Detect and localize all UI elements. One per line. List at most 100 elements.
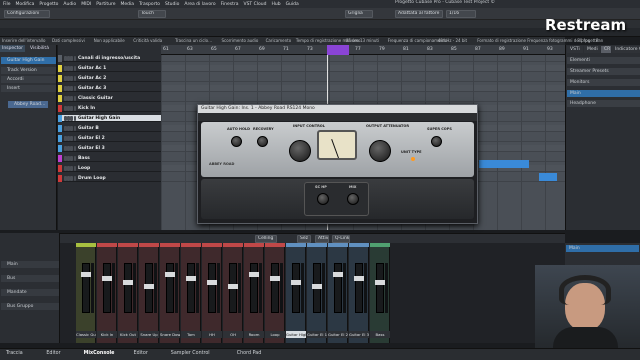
- snap-type-select[interactable]: Griglia: [345, 10, 373, 18]
- bottom-tab-4[interactable]: Sampler Control: [171, 351, 210, 356]
- mixer-channel-name[interactable]: Bass: [370, 331, 390, 338]
- loop-range-marker[interactable]: [327, 45, 349, 55]
- track-monitor-button[interactable]: [73, 116, 77, 121]
- tab-vsti[interactable]: VSTi: [567, 46, 583, 53]
- mixer-channel-name[interactable]: Guitar El 1: [307, 331, 327, 338]
- mixer-channel-name[interactable]: Loop: [265, 331, 285, 338]
- tab-inspector[interactable]: Inspector: [0, 45, 25, 52]
- bottom-tab-3[interactable]: Editor: [134, 351, 148, 356]
- menu-item-1[interactable]: Modifica: [16, 2, 35, 7]
- track-solo-button[interactable]: [67, 156, 70, 161]
- track-record-button[interactable]: [70, 146, 73, 151]
- channel-fader-track[interactable]: [333, 263, 345, 313]
- track-monitor-button[interactable]: [73, 126, 77, 131]
- track-record-button[interactable]: [70, 166, 73, 171]
- track-row[interactable]: Guitar Ac 2: [58, 75, 161, 82]
- monitor-main[interactable]: Main: [567, 90, 640, 97]
- tab-control-room[interactable]: CR: [601, 46, 611, 53]
- auto-hold-knob[interactable]: [231, 136, 242, 147]
- mixer-channel-name[interactable]: Snare Up: [139, 331, 159, 338]
- track-monitor-button[interactable]: [73, 106, 77, 111]
- mixer-channel-name[interactable]: Tom: [181, 331, 201, 338]
- track-solo-button[interactable]: [67, 136, 70, 141]
- bottom-tab-1[interactable]: Editor: [46, 351, 60, 356]
- channel-fader-track[interactable]: [186, 263, 198, 313]
- track-solo-button[interactable]: [67, 146, 70, 151]
- track-record-button[interactable]: [70, 136, 73, 141]
- recovery-knob[interactable]: [257, 136, 268, 147]
- track-record-button[interactable]: [70, 76, 73, 81]
- mixer-channel-name[interactable]: HH: [202, 331, 222, 338]
- mixer-channel-name[interactable]: Kick Out: [118, 331, 138, 338]
- output-attenuator-knob[interactable]: [369, 140, 391, 162]
- mixer-channel-name[interactable]: Guitar High Gain: [286, 331, 306, 338]
- track-row[interactable]: Bass: [58, 155, 161, 162]
- track-record-button[interactable]: [70, 106, 73, 111]
- track-monitor-button[interactable]: [73, 96, 77, 101]
- inspector-section-inserts[interactable]: Insert: [1, 85, 56, 92]
- mixer-left-item[interactable]: Bus: [1, 275, 59, 282]
- track-solo-button[interactable]: [67, 176, 70, 181]
- channel-fader-track[interactable]: [102, 263, 114, 313]
- track-row[interactable]: Loop: [58, 165, 161, 172]
- menu-item-7[interactable]: Trasporto: [139, 2, 160, 7]
- mixer-ceiling-button[interactable]: Celling: [255, 235, 277, 243]
- channel-fader-track[interactable]: [312, 263, 324, 313]
- track-row[interactable]: Drum Loop: [58, 175, 161, 182]
- track-monitor-button[interactable]: [73, 66, 77, 71]
- track-solo-button[interactable]: [67, 86, 70, 91]
- sc-hp-knob[interactable]: [317, 193, 329, 205]
- mixer-channel-name[interactable]: Classic Guitar: [76, 331, 96, 338]
- bottom-tab-5[interactable]: Chord Pad: [237, 351, 261, 356]
- super-cops-knob[interactable]: [431, 136, 442, 147]
- right-zone-elements[interactable]: Elementi: [567, 57, 640, 64]
- track-solo-button[interactable]: [67, 116, 70, 121]
- track-row[interactable]: Guitar Ac 3: [58, 85, 161, 92]
- track-monitor-button[interactable]: [73, 136, 77, 141]
- right-zone-monitors[interactable]: Monitors: [567, 79, 640, 86]
- menu-item-9[interactable]: Area di lavoro: [184, 2, 215, 7]
- tab-meter[interactable]: Indicatore G: [612, 46, 640, 53]
- track-monitor-button[interactable]: [73, 56, 77, 61]
- menu-item-5[interactable]: Partiture: [96, 2, 115, 7]
- channel-fader-track[interactable]: [375, 263, 387, 313]
- track-solo-button[interactable]: [67, 106, 70, 111]
- track-row[interactable]: Guitar Ac 1: [58, 65, 161, 72]
- menu-item-10[interactable]: Finestra: [221, 2, 239, 7]
- inspector-insert-slot[interactable]: Abbey Road…: [8, 101, 48, 108]
- channel-fader-track[interactable]: [207, 263, 219, 313]
- tab-visibility[interactable]: Visibilità: [28, 45, 51, 52]
- track-row[interactable]: Guitar El 2: [58, 135, 161, 142]
- menu-item-6[interactable]: Media: [120, 2, 134, 7]
- bottom-tab-2[interactable]: MixConsole: [84, 351, 115, 356]
- plugin-title-bar[interactable]: Guitar High Gain: Ins. 1 - Abbey Road RS…: [198, 105, 477, 113]
- mixer-channel-name[interactable]: Snare Down: [160, 331, 180, 338]
- menu-item-2[interactable]: Progetto: [39, 2, 58, 7]
- monitor-headphone[interactable]: Headphone: [567, 100, 640, 107]
- channel-fader-track[interactable]: [123, 263, 135, 313]
- input-control-knob[interactable]: [289, 140, 311, 162]
- inspector-section-chords[interactable]: Accordi: [1, 76, 56, 83]
- right-zone-presets[interactable]: Streamer Presets: [567, 68, 640, 75]
- track-record-button[interactable]: [70, 126, 73, 131]
- track-solo-button[interactable]: [67, 126, 70, 131]
- quantize-select[interactable]: 1/16: [446, 10, 476, 18]
- menu-item-12[interactable]: Hub: [271, 2, 280, 7]
- channel-fader-track[interactable]: [81, 263, 93, 313]
- track-row[interactable]: Guitar El 3: [58, 145, 161, 152]
- mixer-left-item[interactable]: Main: [1, 261, 59, 268]
- mixer-channel-name[interactable]: Guitar El 2: [328, 331, 348, 338]
- track-row[interactable]: Guitar High Gain: [58, 115, 161, 122]
- mixer-qlink-button[interactable]: Q-Link: [332, 235, 350, 243]
- mixer-channel-name[interactable]: OH: [223, 331, 243, 338]
- track-record-button[interactable]: [70, 56, 73, 61]
- menu-item-13[interactable]: Guida: [286, 2, 299, 7]
- track-row[interactable]: Classic Guitar: [58, 95, 161, 102]
- channel-fader-track[interactable]: [144, 263, 156, 313]
- track-record-button[interactable]: [70, 116, 73, 121]
- channel-fader-track[interactable]: [165, 263, 177, 313]
- channel-fader-track[interactable]: [291, 263, 303, 313]
- mixer-channel-name[interactable]: Guitar El 3: [349, 331, 369, 338]
- track-row[interactable]: Guitar B: [58, 125, 161, 132]
- track-solo-button[interactable]: [67, 76, 70, 81]
